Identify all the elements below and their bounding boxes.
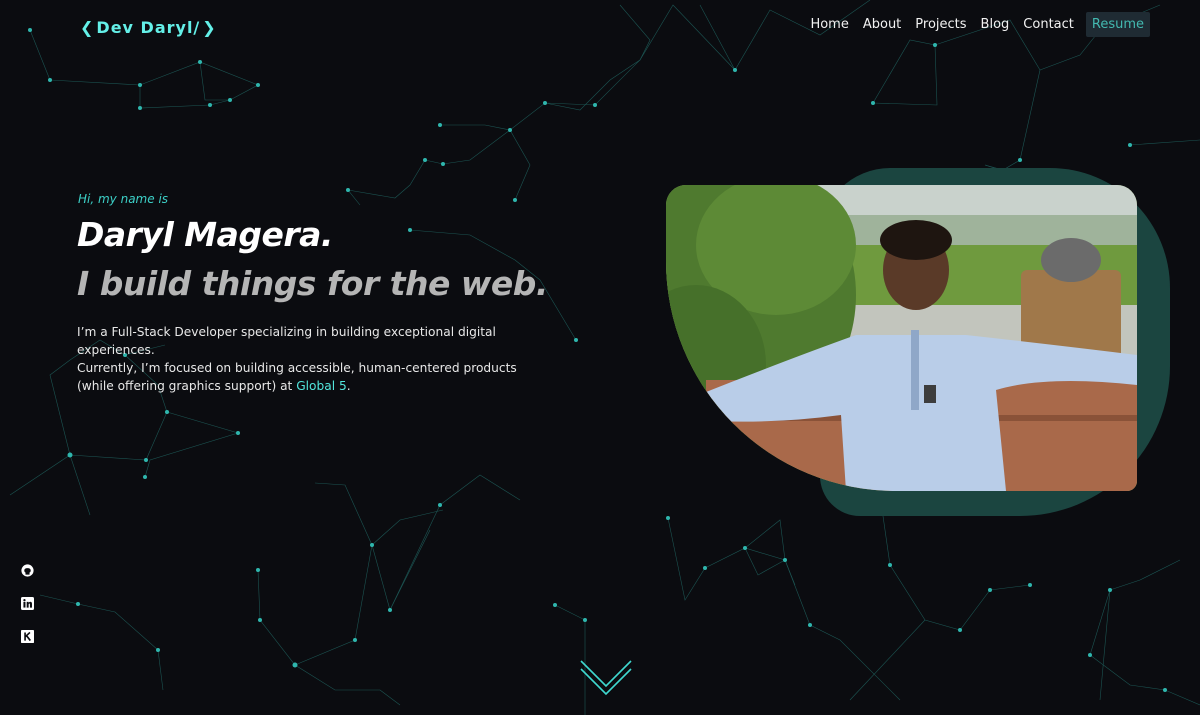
- desc-line-1: I’m a Full-Stack Developer specializing …: [77, 325, 496, 357]
- hero-description: I’m a Full-Stack Developer specializing …: [77, 323, 557, 395]
- hero-name: Daryl Magera.: [77, 215, 333, 254]
- global5-link[interactable]: Global 5: [296, 379, 347, 393]
- nav-home[interactable]: Home: [803, 17, 855, 32]
- nav-contact[interactable]: Contact: [1016, 17, 1081, 32]
- chevron-down-icon: [580, 660, 632, 696]
- desc-line-2: Currently, I’m focused on building acces…: [77, 361, 517, 375]
- logo-text: Dev Daryl/: [96, 18, 201, 37]
- chevron-right-icon: ❯: [202, 18, 217, 37]
- chevron-left-icon: ❮: [80, 18, 95, 37]
- scroll-down-arrow[interactable]: [578, 658, 634, 700]
- hero-greeting: Hi, my name is: [78, 192, 169, 206]
- social-links: [21, 564, 34, 643]
- nav-about[interactable]: About: [856, 17, 908, 32]
- nav-projects[interactable]: Projects: [908, 17, 973, 32]
- github-icon[interactable]: [21, 564, 34, 577]
- desc-line-3: (while offering graphics support) at Glo…: [77, 377, 557, 395]
- hero-tagline: I build things for the web.: [77, 264, 548, 303]
- desc-line-3-suffix: .: [346, 379, 351, 393]
- linkedin-icon[interactable]: [21, 597, 34, 610]
- desc-line-3-prefix: (while offering graphics support) at: [77, 379, 297, 393]
- main-nav: Home About Projects Blog Contact Resume: [803, 12, 1150, 37]
- nav-blog[interactable]: Blog: [974, 17, 1017, 32]
- kaggle-icon[interactable]: [21, 630, 34, 643]
- resume-button[interactable]: Resume: [1085, 12, 1150, 37]
- site-logo[interactable]: ❮ Dev Daryl/ ❯: [80, 18, 217, 37]
